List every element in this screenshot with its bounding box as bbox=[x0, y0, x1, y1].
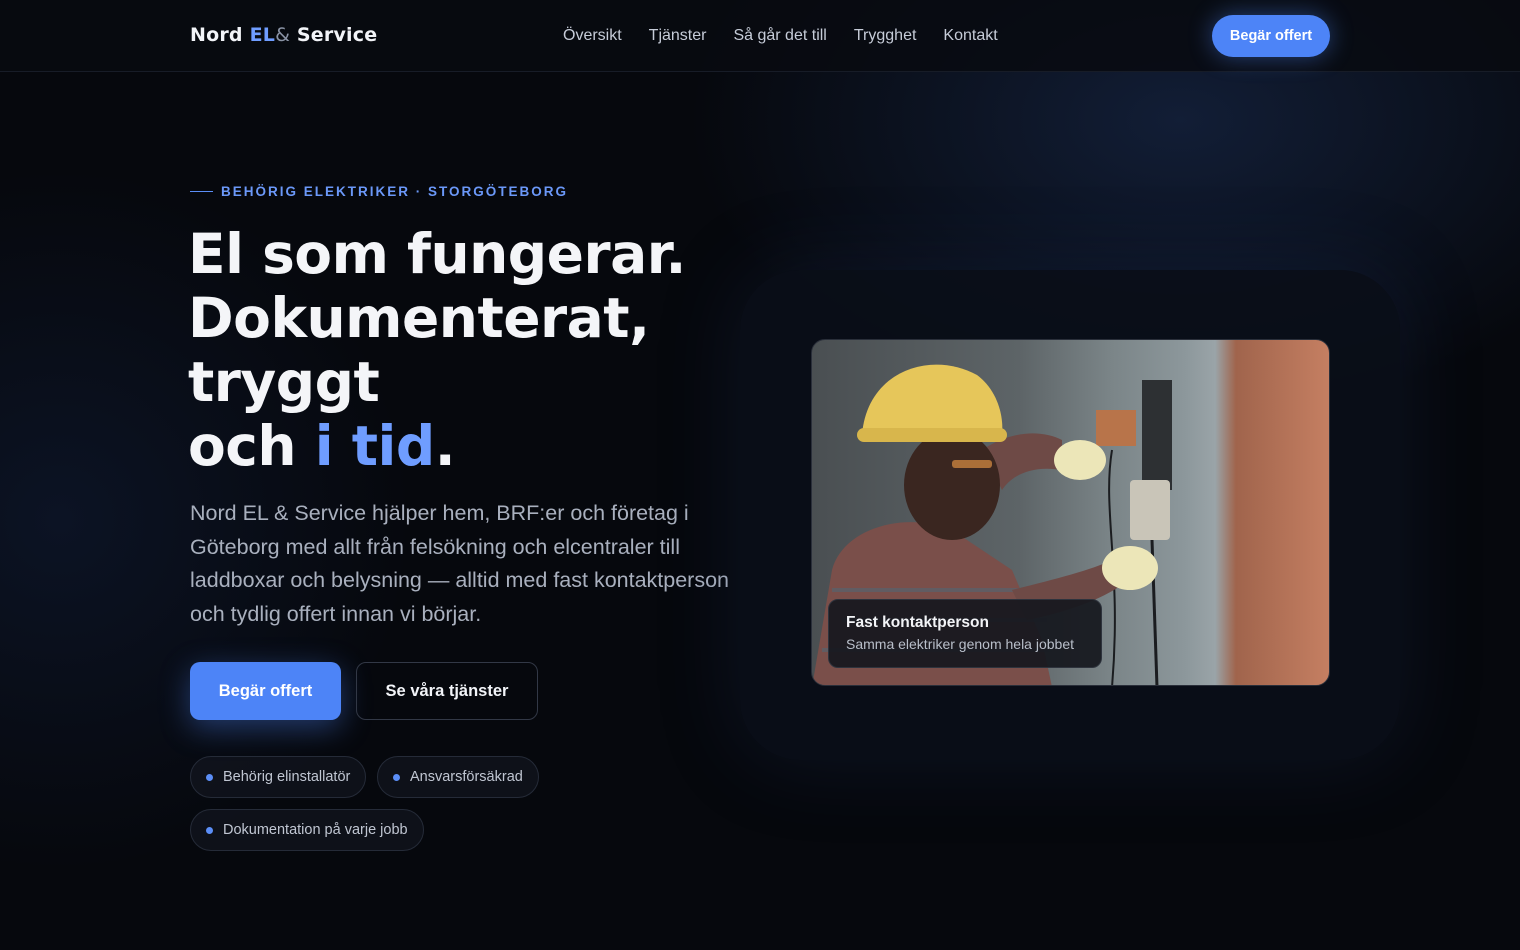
nav-item-kontakt[interactable]: Kontakt bbox=[943, 27, 997, 45]
badge-dot-icon bbox=[206, 826, 213, 834]
headline-line-1: El som fungerar. bbox=[188, 222, 686, 286]
hard-hat-icon bbox=[862, 364, 1003, 435]
hard-hat-brim bbox=[857, 428, 1007, 442]
logo-nord: Nord bbox=[190, 24, 243, 46]
main-nav: Översikt Tjänster Så går det till Tryggh… bbox=[563, 27, 998, 45]
caption-subtitle: Samma elektriker genom hela jobbet bbox=[846, 636, 1075, 652]
hero-headline: El som fungerar. Dokumenterat, tryggt oc… bbox=[188, 222, 748, 478]
logo-service: Service bbox=[296, 24, 378, 46]
nav-item-oversikt[interactable]: Översikt bbox=[563, 27, 622, 45]
glasses-icon bbox=[952, 460, 992, 468]
nav-item-sa-gar-det-till[interactable]: Så går det till bbox=[733, 27, 826, 45]
badge-label: Behörig elinstallatör bbox=[223, 769, 351, 785]
header-request-quote-button[interactable]: Begär offert bbox=[1212, 15, 1330, 57]
badge-authorized-installer: Behörig elinstallatör bbox=[190, 756, 367, 798]
headline-accent: i tid bbox=[314, 414, 436, 478]
site-header: Nord EL& Service Översikt Tjänster Så gå… bbox=[0, 0, 1520, 72]
terminal-block-shape bbox=[1096, 410, 1136, 446]
brand-logo[interactable]: Nord EL& Service bbox=[190, 24, 377, 46]
image-caption-card: Fast kontaktperson Samma elektriker geno… bbox=[828, 599, 1102, 668]
request-quote-button[interactable]: Begär offert bbox=[190, 662, 341, 720]
face-shape bbox=[904, 430, 1000, 540]
badge-label: Dokumentation på varje jobb bbox=[223, 822, 408, 838]
headline-line-4-prefix: och bbox=[188, 414, 315, 478]
logo-ampersand: & bbox=[275, 24, 291, 46]
badge-dot-icon bbox=[206, 773, 213, 781]
headline-line-3: tryggt bbox=[188, 350, 380, 414]
headline-line-2: Dokumenterat, bbox=[188, 286, 650, 350]
badge-documentation: Dokumentation på varje jobb bbox=[190, 809, 424, 851]
eyebrow-line bbox=[190, 191, 213, 192]
badge-dot-icon bbox=[393, 773, 400, 781]
caption-title: Fast kontaktperson bbox=[846, 614, 989, 631]
badge-liability-insured: Ansvarsförsäkrad bbox=[377, 756, 539, 798]
glove-icon bbox=[1102, 546, 1158, 590]
hero-eyebrow: BEHÖRIG ELEKTRIKER · STORGÖTEBORG bbox=[190, 184, 568, 199]
meter-device-shape bbox=[1130, 480, 1170, 540]
fuse-box-shape bbox=[1142, 380, 1172, 490]
nav-item-tjanster[interactable]: Tjänster bbox=[649, 27, 707, 45]
logo-el: EL bbox=[249, 24, 276, 46]
headline-period: . bbox=[434, 414, 456, 478]
nav-item-trygghet[interactable]: Trygghet bbox=[854, 27, 917, 45]
hero-lead-text: Nord EL & Service hjälper hem, BRF:er oc… bbox=[190, 501, 730, 626]
badge-label: Ansvarsförsäkrad bbox=[410, 769, 523, 785]
eyebrow-text: BEHÖRIG ELEKTRIKER · STORGÖTEBORG bbox=[221, 184, 569, 199]
see-services-button[interactable]: Se våra tjänster bbox=[356, 662, 538, 720]
glove-icon bbox=[1054, 440, 1106, 480]
